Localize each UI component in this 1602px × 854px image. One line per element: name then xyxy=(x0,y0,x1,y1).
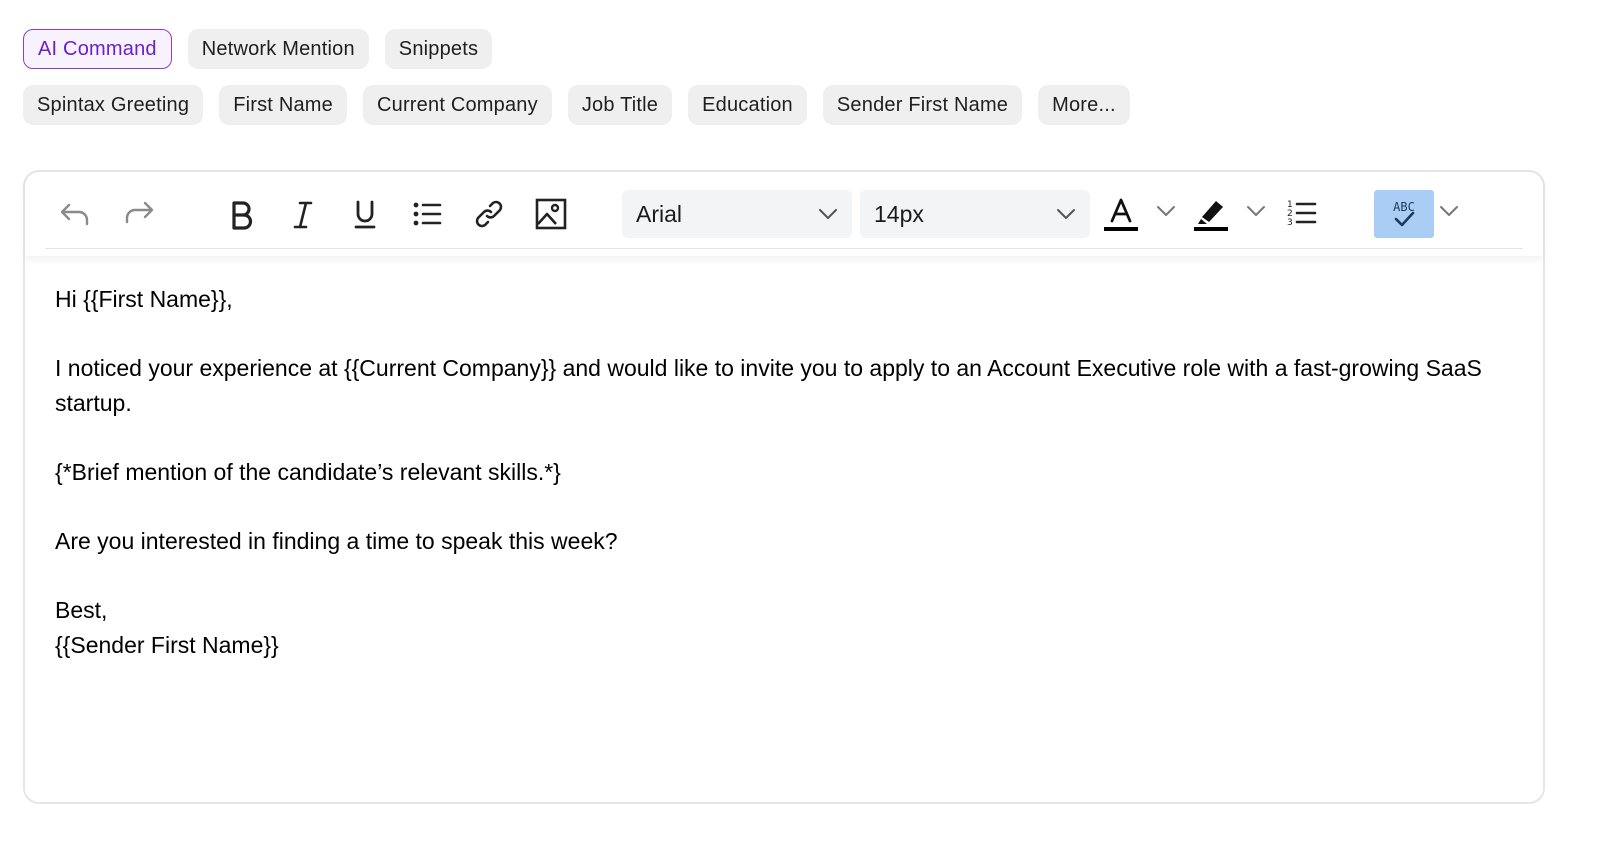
job-title-chip[interactable]: Job Title xyxy=(567,85,673,125)
snippets-chip[interactable]: Snippets xyxy=(384,29,493,69)
spellcheck-dropdown[interactable] xyxy=(1439,204,1459,223)
numbered-list-button[interactable]: 1 2 3 xyxy=(1280,192,1324,236)
chevron-down-icon xyxy=(1157,206,1175,216)
font-size-value: 14px xyxy=(874,200,924,227)
spellcheck-button[interactable]: ABC xyxy=(1374,190,1434,238)
current-company-chip[interactable]: Current Company xyxy=(362,85,552,125)
chevron-down-icon xyxy=(819,209,837,219)
image-icon xyxy=(535,198,567,230)
body-paragraph: Are you interested in finding a time to … xyxy=(55,528,618,554)
link-button[interactable] xyxy=(467,192,511,236)
text-color-icon xyxy=(1104,198,1138,231)
variable-chips-fields: Spintax Greeting First Name Current Comp… xyxy=(23,85,1130,125)
message-editor: Arial 14px 1 2 3 ABC Hi {{First Name}}, … xyxy=(23,170,1545,804)
undo-button[interactable] xyxy=(53,192,97,236)
italic-button[interactable] xyxy=(281,192,325,236)
font-family-value: Arial xyxy=(636,200,683,227)
undo-icon xyxy=(60,203,89,226)
chevron-down-icon xyxy=(1247,206,1265,216)
redo-icon xyxy=(125,201,154,224)
ai-command-chip[interactable]: AI Command xyxy=(23,29,172,69)
numbered-list-icon: 1 2 3 xyxy=(1287,200,1317,228)
editor-toolbar: Arial 14px 1 2 3 ABC xyxy=(25,172,1543,256)
svg-text:3: 3 xyxy=(1287,218,1293,228)
font-family-select[interactable]: Arial xyxy=(622,190,852,238)
education-chip[interactable]: Education xyxy=(688,85,807,125)
toolbar-divider xyxy=(45,248,1523,249)
text-color-dropdown[interactable] xyxy=(1156,204,1176,223)
signoff-line: Best, xyxy=(55,597,108,623)
sender-first-name-chip[interactable]: Sender First Name xyxy=(822,85,1023,125)
font-size-select[interactable]: 14px xyxy=(860,190,1090,238)
body-paragraph: I noticed your experience at {{Current C… xyxy=(55,355,1482,416)
network-mention-chip[interactable]: Network Mention xyxy=(187,29,369,69)
bullet-list-button[interactable] xyxy=(405,192,449,236)
highlight-color-dropdown[interactable] xyxy=(1246,204,1266,223)
underline-button[interactable] xyxy=(343,192,387,236)
body-paragraph: {*Brief mention of the candidate’s relev… xyxy=(55,459,561,485)
chevron-down-icon xyxy=(1440,206,1458,216)
bullet-list-icon xyxy=(413,202,442,226)
italic-icon xyxy=(293,201,313,229)
highlight-color-button[interactable] xyxy=(1189,192,1233,236)
link-icon xyxy=(475,200,503,228)
spellcheck-icon: ABC xyxy=(1393,200,1415,227)
underline-icon xyxy=(354,200,376,229)
redo-button[interactable] xyxy=(117,192,161,236)
chevron-down-icon xyxy=(1057,209,1075,219)
message-body[interactable]: Hi {{First Name}}, I noticed your experi… xyxy=(55,282,1495,663)
svg-text:ABC: ABC xyxy=(1393,200,1415,214)
variable-chips-primary: AI Command Network Mention Snippets xyxy=(23,29,493,69)
highlighter-icon xyxy=(1194,201,1228,231)
more-chip[interactable]: More... xyxy=(1038,85,1130,125)
bold-button[interactable] xyxy=(219,192,263,236)
greeting-line: Hi {{First Name}}, xyxy=(55,286,233,312)
signature-line: {{Sender First Name}} xyxy=(55,632,279,658)
image-button[interactable] xyxy=(529,192,573,236)
spintax-greeting-chip[interactable]: Spintax Greeting xyxy=(23,85,204,125)
bold-icon xyxy=(232,201,253,230)
text-color-button[interactable] xyxy=(1099,192,1143,236)
first-name-chip[interactable]: First Name xyxy=(219,85,347,125)
